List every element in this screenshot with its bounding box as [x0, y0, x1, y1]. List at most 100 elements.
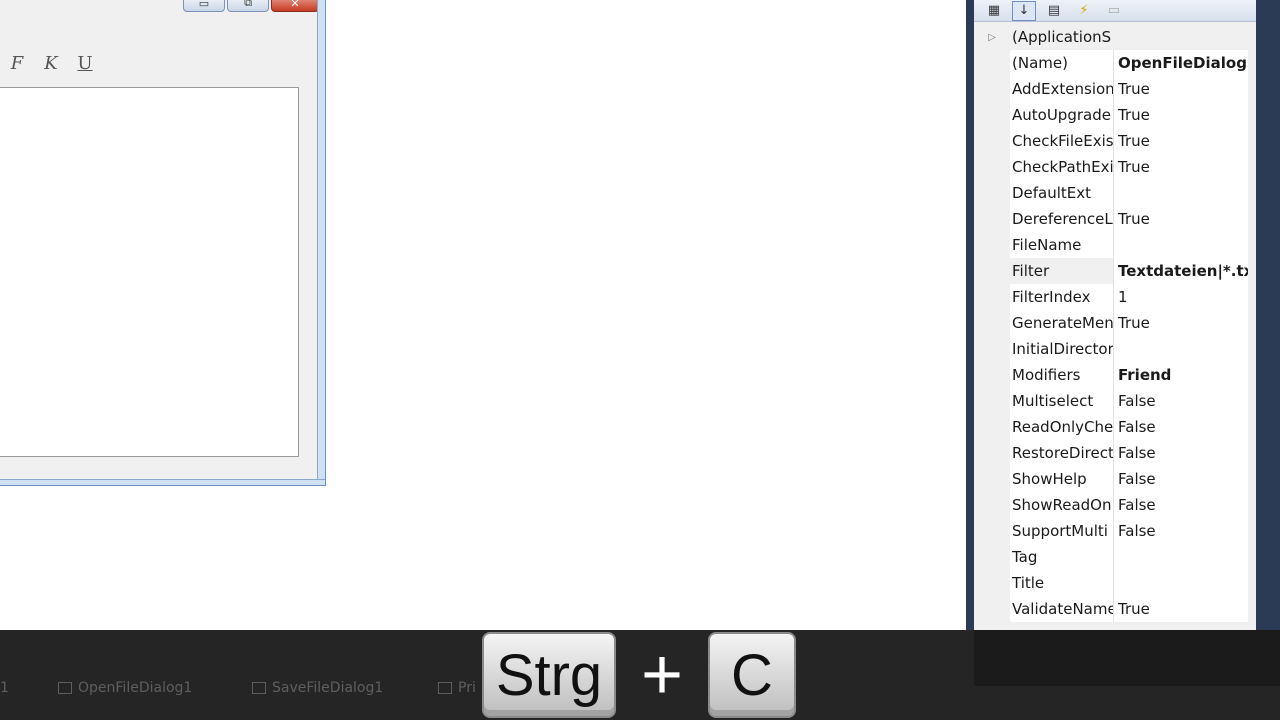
- property-row[interactable]: DefaultExt: [974, 180, 1256, 206]
- property-value[interactable]: [1114, 544, 1248, 570]
- minimize-button[interactable]: ▭: [183, 0, 225, 12]
- tray-item-print[interactable]: Pri: [438, 680, 476, 696]
- property-name[interactable]: ShowHelp: [1010, 466, 1114, 492]
- property-value[interactable]: OpenFileDialog1: [1114, 50, 1248, 76]
- properties-icon[interactable]: ▤: [1042, 1, 1066, 21]
- property-value[interactable]: Friend: [1114, 362, 1248, 388]
- property-value[interactable]: [1114, 180, 1248, 206]
- tray-item-label: 1: [0, 680, 9, 696]
- property-value[interactable]: False: [1114, 518, 1248, 544]
- maximize-button[interactable]: ⧉: [227, 0, 269, 12]
- form-resize-bottom[interactable]: [0, 479, 325, 485]
- property-value[interactable]: [1114, 336, 1248, 362]
- expand-arrow-icon[interactable]: ▷: [974, 24, 1010, 50]
- property-gutter: [974, 128, 1010, 154]
- property-row[interactable]: ▷ (ApplicationS: [974, 24, 1256, 50]
- property-value[interactable]: False: [1114, 440, 1248, 466]
- alphabetical-icon[interactable]: ↓: [1012, 0, 1036, 21]
- events-icon[interactable]: ⚡: [1072, 1, 1096, 21]
- property-name[interactable]: ValidateName: [1010, 596, 1114, 622]
- tray-item-partial[interactable]: 1: [0, 680, 9, 696]
- property-row[interactable]: FileName: [974, 232, 1256, 258]
- tray-item-savefiledialog[interactable]: SaveFileDialog1: [252, 680, 383, 696]
- property-name[interactable]: InitialDirector: [1010, 336, 1114, 362]
- property-name[interactable]: AutoUpgrade: [1010, 102, 1114, 128]
- property-value[interactable]: True: [1114, 596, 1248, 622]
- property-value[interactable]: False: [1114, 466, 1248, 492]
- categorized-icon[interactable]: ▦: [982, 1, 1006, 21]
- property-value[interactable]: True: [1114, 128, 1248, 154]
- property-name[interactable]: Title: [1010, 570, 1114, 596]
- property-name[interactable]: ReadOnlyChe: [1010, 414, 1114, 440]
- key-strg: Strg: [482, 632, 616, 718]
- property-value[interactable]: True: [1114, 102, 1248, 128]
- property-row[interactable]: AddExtension True: [974, 76, 1256, 102]
- property-name[interactable]: ShowReadOn: [1010, 492, 1114, 518]
- property-row[interactable]: FilterIndex 1: [974, 284, 1256, 310]
- property-name[interactable]: Tag: [1010, 544, 1114, 570]
- property-value[interactable]: Textdateien|*.txt: [1114, 258, 1248, 284]
- property-name[interactable]: GenerateMen: [1010, 310, 1114, 336]
- property-row[interactable]: GenerateMen True: [974, 310, 1256, 336]
- property-gutter: [974, 544, 1010, 570]
- property-row[interactable]: Tag: [974, 544, 1256, 570]
- property-value[interactable]: [1114, 232, 1248, 258]
- server-explorer-tab[interactable]: [1256, 0, 1280, 630]
- property-row[interactable]: InitialDirector: [974, 336, 1256, 362]
- property-name[interactable]: Multiselect: [1010, 388, 1114, 414]
- property-gutter: [974, 596, 1010, 622]
- property-row[interactable]: ValidateName True: [974, 596, 1256, 622]
- property-value[interactable]: True: [1114, 154, 1248, 180]
- property-value[interactable]: False: [1114, 414, 1248, 440]
- bold-format-icon[interactable]: F: [7, 53, 27, 74]
- property-row[interactable]: ReadOnlyChe False: [974, 414, 1256, 440]
- property-row[interactable]: Modifiers Friend: [974, 362, 1256, 388]
- property-row[interactable]: Multiselect False: [974, 388, 1256, 414]
- property-row[interactable]: Title: [974, 570, 1256, 596]
- properties-toolbar: ▦ ↓ ▤ ⚡ ▭: [974, 0, 1256, 22]
- tray-item-openfiledialog[interactable]: OpenFileDialog1: [58, 680, 192, 696]
- property-gutter: [974, 76, 1010, 102]
- property-name[interactable]: (ApplicationS: [1010, 24, 1248, 50]
- property-value[interactable]: 1: [1114, 284, 1248, 310]
- property-value[interactable]: False: [1114, 388, 1248, 414]
- property-name[interactable]: AddExtension: [1010, 76, 1114, 102]
- property-name[interactable]: Modifiers: [1010, 362, 1114, 388]
- property-name[interactable]: SupportMulti: [1010, 518, 1114, 544]
- property-row[interactable]: ShowHelp False: [974, 466, 1256, 492]
- property-name[interactable]: DefaultExt: [1010, 180, 1114, 206]
- property-row[interactable]: Filter Textdateien|*.txt: [974, 258, 1256, 284]
- property-row[interactable]: ShowReadOn False: [974, 492, 1256, 518]
- property-name[interactable]: FilterIndex: [1010, 284, 1114, 310]
- form-designer-window: ▭ ⧉ ✕ F K U: [0, 0, 326, 486]
- property-value[interactable]: True: [1114, 310, 1248, 336]
- property-gutter: [974, 284, 1010, 310]
- tray-item-label: OpenFileDialog1: [78, 680, 193, 696]
- property-value[interactable]: True: [1114, 76, 1248, 102]
- underline-format-icon[interactable]: U: [75, 53, 95, 74]
- property-name[interactable]: (Name): [1010, 50, 1114, 76]
- property-name[interactable]: RestoreDirect: [1010, 440, 1114, 466]
- form-resize-edge[interactable]: [317, 0, 325, 485]
- rich-text-box[interactable]: [0, 87, 299, 457]
- property-pages-icon[interactable]: ▭: [1102, 1, 1126, 21]
- property-row[interactable]: SupportMulti False: [974, 518, 1256, 544]
- property-gutter: [974, 154, 1010, 180]
- italic-format-icon[interactable]: K: [41, 53, 61, 74]
- property-name[interactable]: FileName: [1010, 232, 1114, 258]
- property-name[interactable]: DereferenceLi: [1010, 206, 1114, 232]
- property-row[interactable]: CheckPathExi True: [974, 154, 1256, 180]
- property-gutter: [974, 440, 1010, 466]
- property-row[interactable]: DereferenceLi True: [974, 206, 1256, 232]
- property-name[interactable]: CheckPathExi: [1010, 154, 1114, 180]
- property-value[interactable]: True: [1114, 206, 1248, 232]
- close-button[interactable]: ✕: [271, 0, 319, 12]
- property-row[interactable]: AutoUpgrade True: [974, 102, 1256, 128]
- property-name[interactable]: CheckFileExis: [1010, 128, 1114, 154]
- property-name[interactable]: Filter: [1010, 258, 1114, 284]
- property-row[interactable]: CheckFileExis True: [974, 128, 1256, 154]
- property-value[interactable]: [1114, 570, 1248, 596]
- property-value[interactable]: False: [1114, 492, 1248, 518]
- property-row[interactable]: (Name) OpenFileDialog1: [974, 50, 1256, 76]
- property-row[interactable]: RestoreDirect False: [974, 440, 1256, 466]
